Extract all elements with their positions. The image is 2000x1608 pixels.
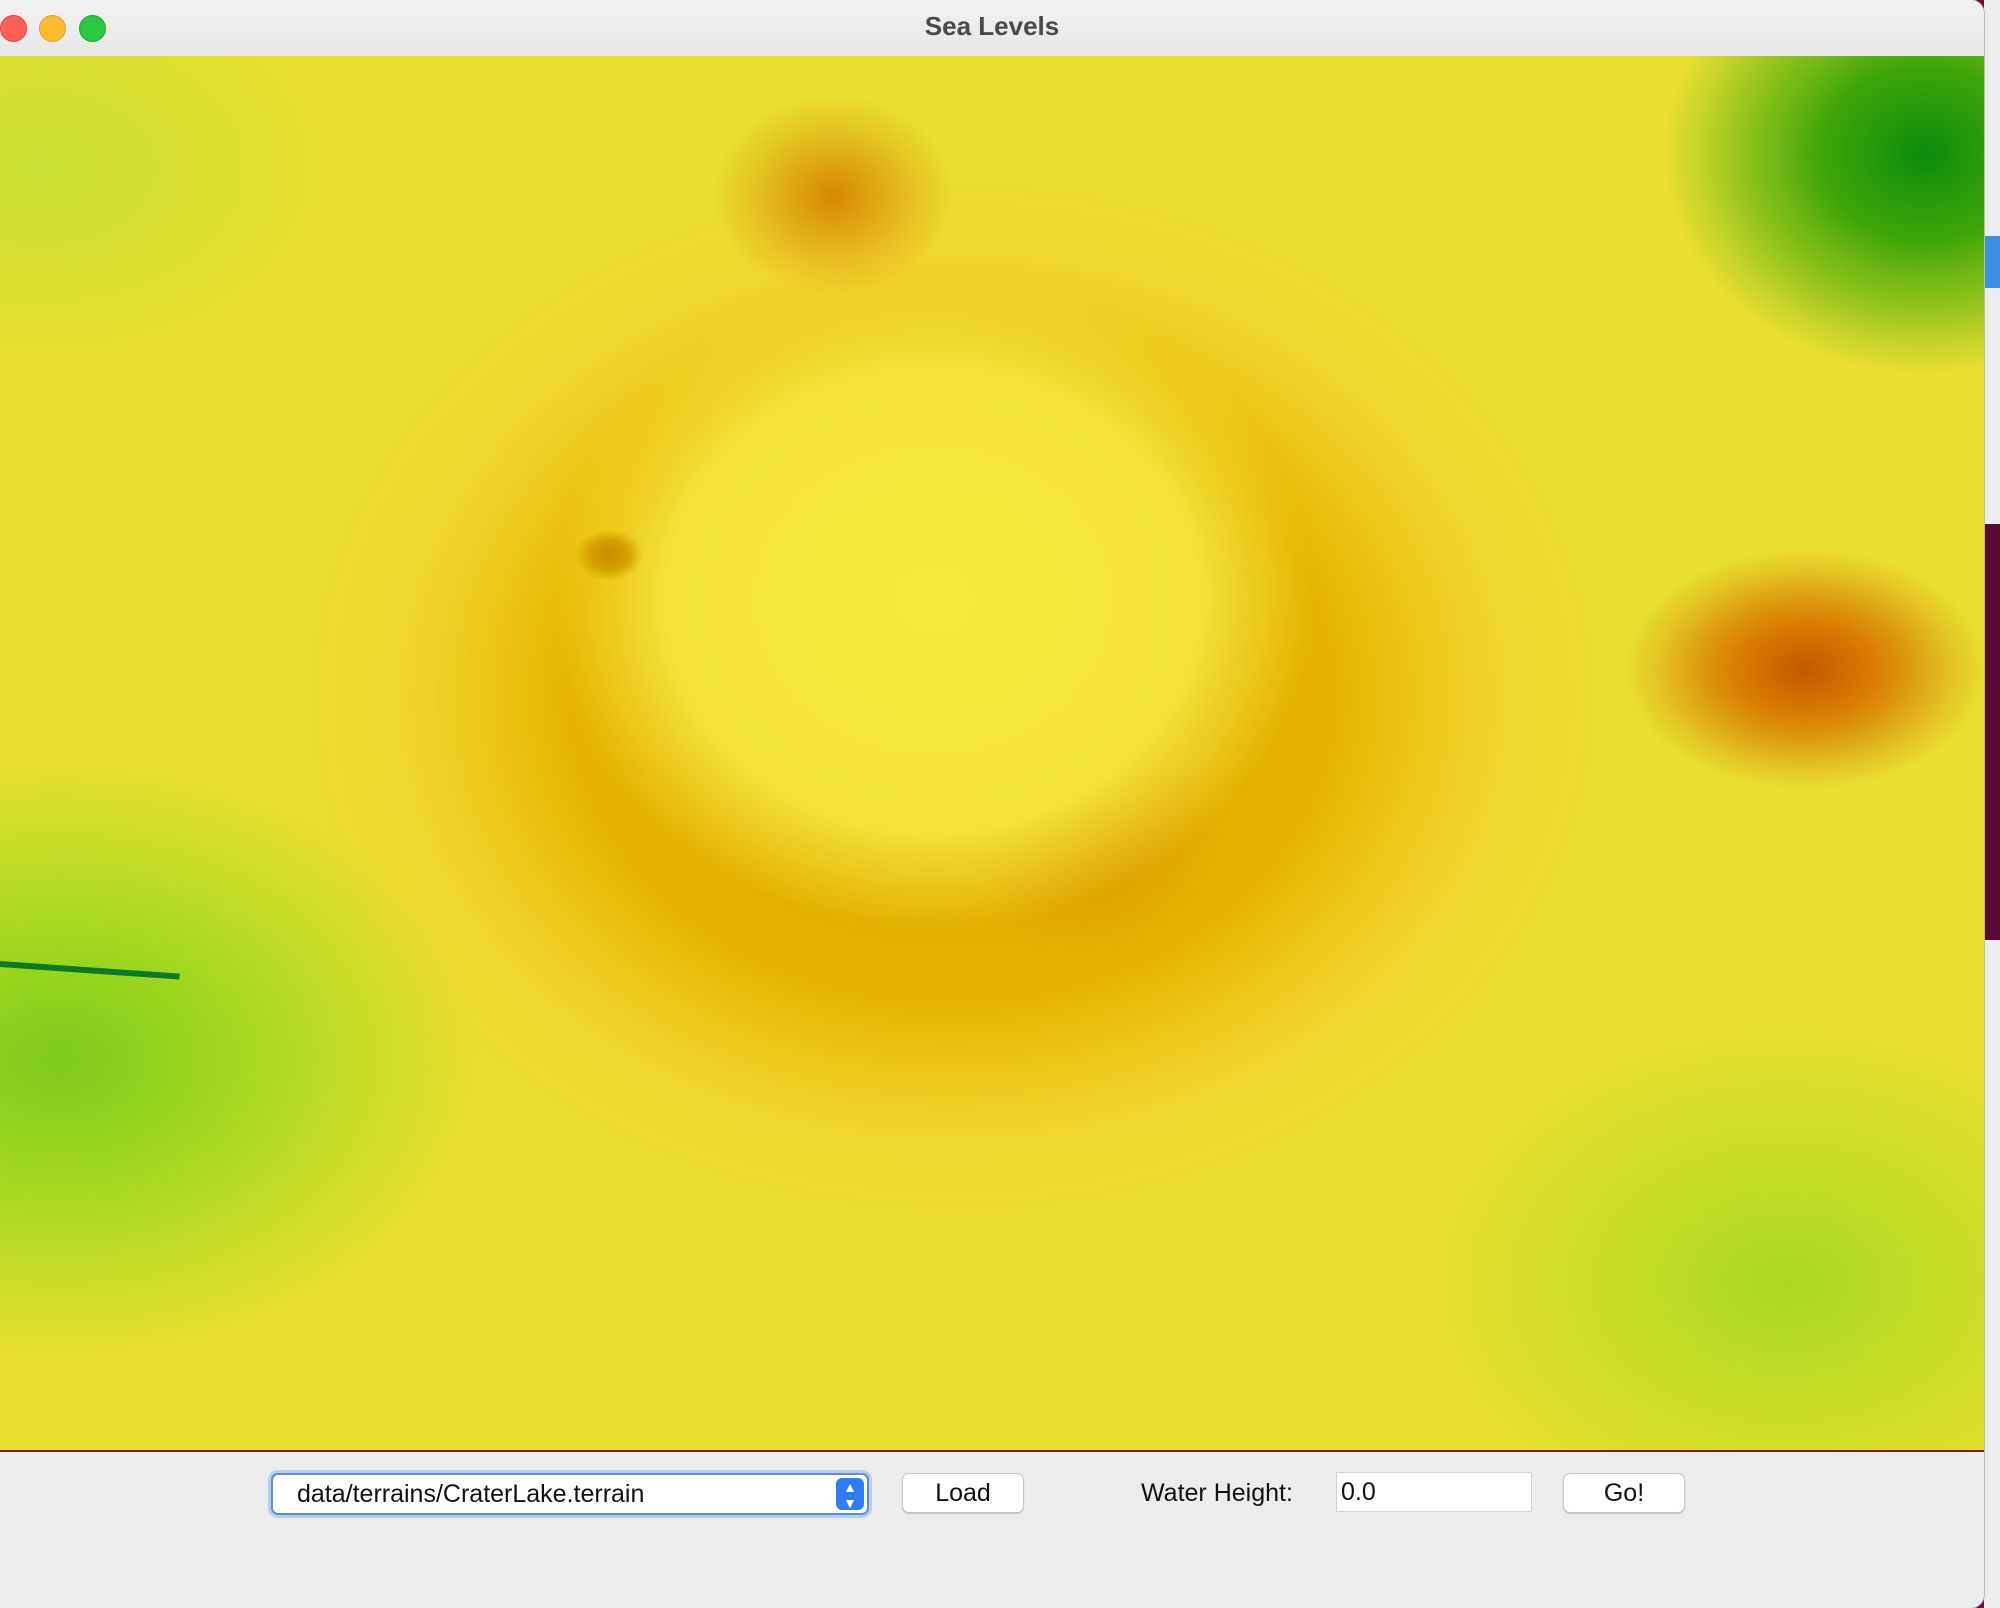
desktop-window-edge <box>1984 524 2000 940</box>
water-height-label: Water Height: <box>1141 1479 1293 1507</box>
go-button[interactable]: Go! <box>1563 1473 1685 1513</box>
app-window: Sea Levels data/terrains/CraterLake.terr… <box>0 0 1984 1608</box>
chevron-updown-icon[interactable]: ▲ ▼ <box>836 1478 864 1510</box>
title-bar[interactable]: Sea Levels <box>0 0 1984 57</box>
terrain-file-select[interactable]: data/terrains/CraterLake.terrain ▲ ▼ <box>271 1473 869 1515</box>
terrain-file-value: data/terrains/CraterLake.terrain <box>297 1480 645 1508</box>
water-height-input[interactable] <box>1336 1472 1532 1512</box>
window-title: Sea Levels <box>924 11 1060 41</box>
load-button[interactable]: Load <box>902 1473 1024 1513</box>
desktop-window-edge <box>1984 236 2000 288</box>
terrain-map[interactable] <box>0 56 1984 1452</box>
control-panel: data/terrains/CraterLake.terrain ▲ ▼ Load… <box>0 1452 1984 1608</box>
river-line <box>0 961 180 980</box>
